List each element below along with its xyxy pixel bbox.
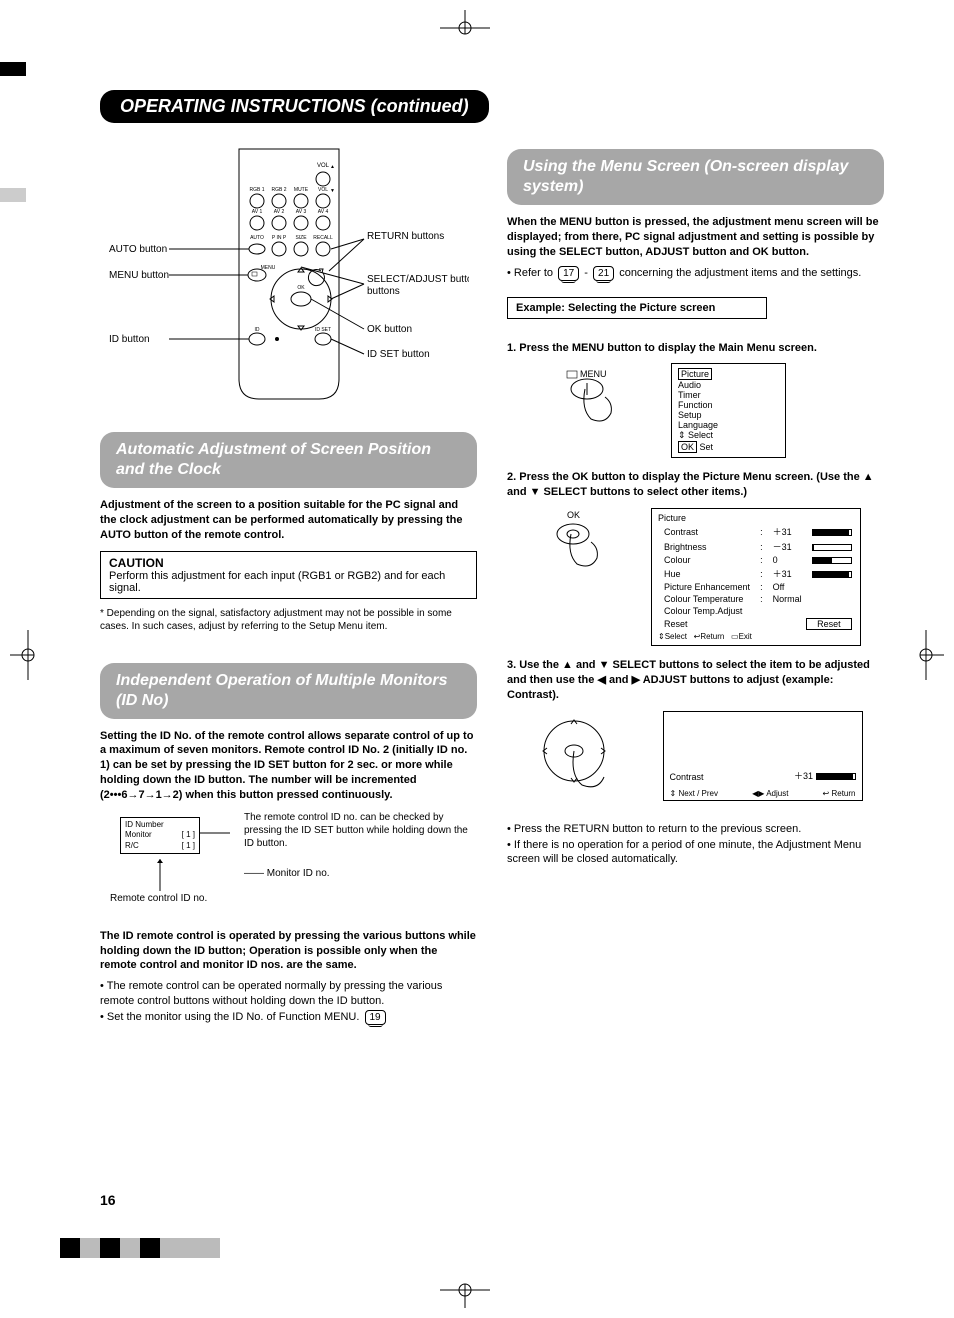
decor-block [0, 188, 26, 202]
svg-text:AV 1: AV 1 [251, 209, 262, 215]
svg-text:ID SET: ID SET [314, 327, 330, 333]
section-title-id: Independent Operation of Multiple Monito… [100, 663, 477, 719]
id-note: The remote control ID no. can be checked… [244, 811, 477, 850]
press-hand-icon: OK [537, 508, 617, 581]
svg-text:AV 4: AV 4 [317, 209, 328, 215]
section-title-menu: Using the Menu Screen (On-screen display… [507, 149, 884, 205]
list-item: Refer to 17 - 21 concerning the adjustme… [507, 266, 884, 281]
main-menu-screen: Picture Audio Timer Function Setup Langu… [671, 363, 786, 458]
decor-squares [60, 1238, 220, 1258]
svg-text:VOL: VOL [317, 187, 327, 193]
step-text: 2. Press the OK button to display the Pi… [507, 470, 884, 500]
press-hand-icon: MENU [547, 363, 637, 436]
svg-text:OK: OK [567, 510, 580, 520]
list-item: Set the monitor using the ID No. of Func… [100, 1010, 477, 1025]
body-text: When the MENU button is pressed, the adj… [507, 215, 884, 260]
svg-text:MENU: MENU [580, 369, 607, 379]
list-item: Press the RETURN button to return to the… [507, 822, 884, 836]
page-header: OPERATING INSTRUCTIONS (continued) [100, 90, 489, 123]
crop-mark-icon [914, 630, 944, 680]
svg-text:buttons: buttons [367, 286, 400, 297]
step-text: 3. Use the ▲ and ▼ SELECT buttons to sel… [507, 658, 884, 703]
svg-text:MENU button: MENU button [109, 270, 169, 281]
svg-text:RECALL: RECALL [313, 235, 333, 241]
svg-text:▲: ▲ [330, 164, 335, 170]
svg-text:OK button: OK button [367, 324, 412, 335]
svg-text:RETURN buttons: RETURN buttons [367, 231, 444, 242]
svg-text:AUTO: AUTO [250, 235, 264, 241]
crop-mark-icon [440, 1278, 490, 1308]
page-ref-icon: 19 [365, 1010, 386, 1025]
list-item: If there is no operation for a period of… [507, 838, 884, 867]
svg-text:RGB 2: RGB 2 [271, 187, 286, 193]
page-ref-icon: 17 [558, 266, 579, 281]
step-text: 1. Press the MENU button to display the … [507, 341, 884, 356]
svg-text:SELECT/ADJUST buttons: SELECT/ADJUST buttons [367, 274, 469, 285]
svg-text:AUTO button: AUTO button [109, 244, 167, 255]
body-text: The ID remote control is operated by pre… [100, 929, 477, 974]
section-title-auto-adjust: Automatic Adjustment of Screen Position … [100, 432, 477, 488]
remote-diagram: VOL ▲ RGB 1 RGB 2 MUTE VOL▼ AV 1 AV 2 AV… [100, 139, 477, 422]
page-ref-icon: 21 [593, 266, 614, 281]
decor-block [0, 62, 26, 76]
svg-text:AV 3: AV 3 [295, 209, 306, 215]
svg-text:MUTE: MUTE [293, 187, 308, 193]
caution-body: Perform this adjustment for each input (… [109, 570, 468, 594]
example-box: Example: Selecting the Picture screen [507, 297, 767, 319]
picture-menu-screen: Picture Contrast:＋31 Brightness:－31 Colo… [651, 508, 861, 646]
svg-text:OK: OK [297, 285, 305, 291]
body-text: Setting the ID No. of the remote control… [100, 729, 477, 803]
page-number: 16 [100, 1192, 116, 1208]
crop-mark-icon [10, 630, 40, 680]
svg-text:ID button: ID button [109, 334, 150, 345]
remote-id-label: Remote control ID no. [110, 893, 207, 904]
crop-mark-icon [440, 10, 490, 40]
svg-text:RGB 1: RGB 1 [249, 187, 264, 193]
caution-box: CAUTION Perform this adjustment for each… [100, 551, 477, 599]
svg-text:▼: ▼ [330, 188, 335, 194]
nav-hand-icon [529, 711, 629, 804]
id-diagram: ID Number Monitor[ 1 ] R/C[ 1 ] Remote c… [100, 811, 477, 921]
monitor-id-label: —— Monitor ID no. [244, 868, 477, 879]
svg-text:SIZE: SIZE [295, 235, 307, 241]
svg-text:VOL: VOL [316, 163, 329, 169]
svg-text:MENU: MENU [260, 265, 275, 271]
caution-title: CAUTION [109, 556, 468, 570]
adjust-screen: Contrast ＋31 ⇕ Next / Prev ◀▶ Adjust ↩ R… [663, 711, 863, 801]
footnote: * Depending on the signal, satisfactory … [100, 607, 477, 633]
svg-text:P IN P: P IN P [271, 235, 286, 241]
svg-text:AV 2: AV 2 [273, 209, 284, 215]
svg-text:ID SET button: ID SET button [367, 349, 430, 360]
body-text: Adjustment of the screen to a position s… [100, 498, 477, 543]
list-item: The remote control can be operated norma… [100, 979, 477, 1008]
svg-text:ID: ID [254, 327, 259, 333]
